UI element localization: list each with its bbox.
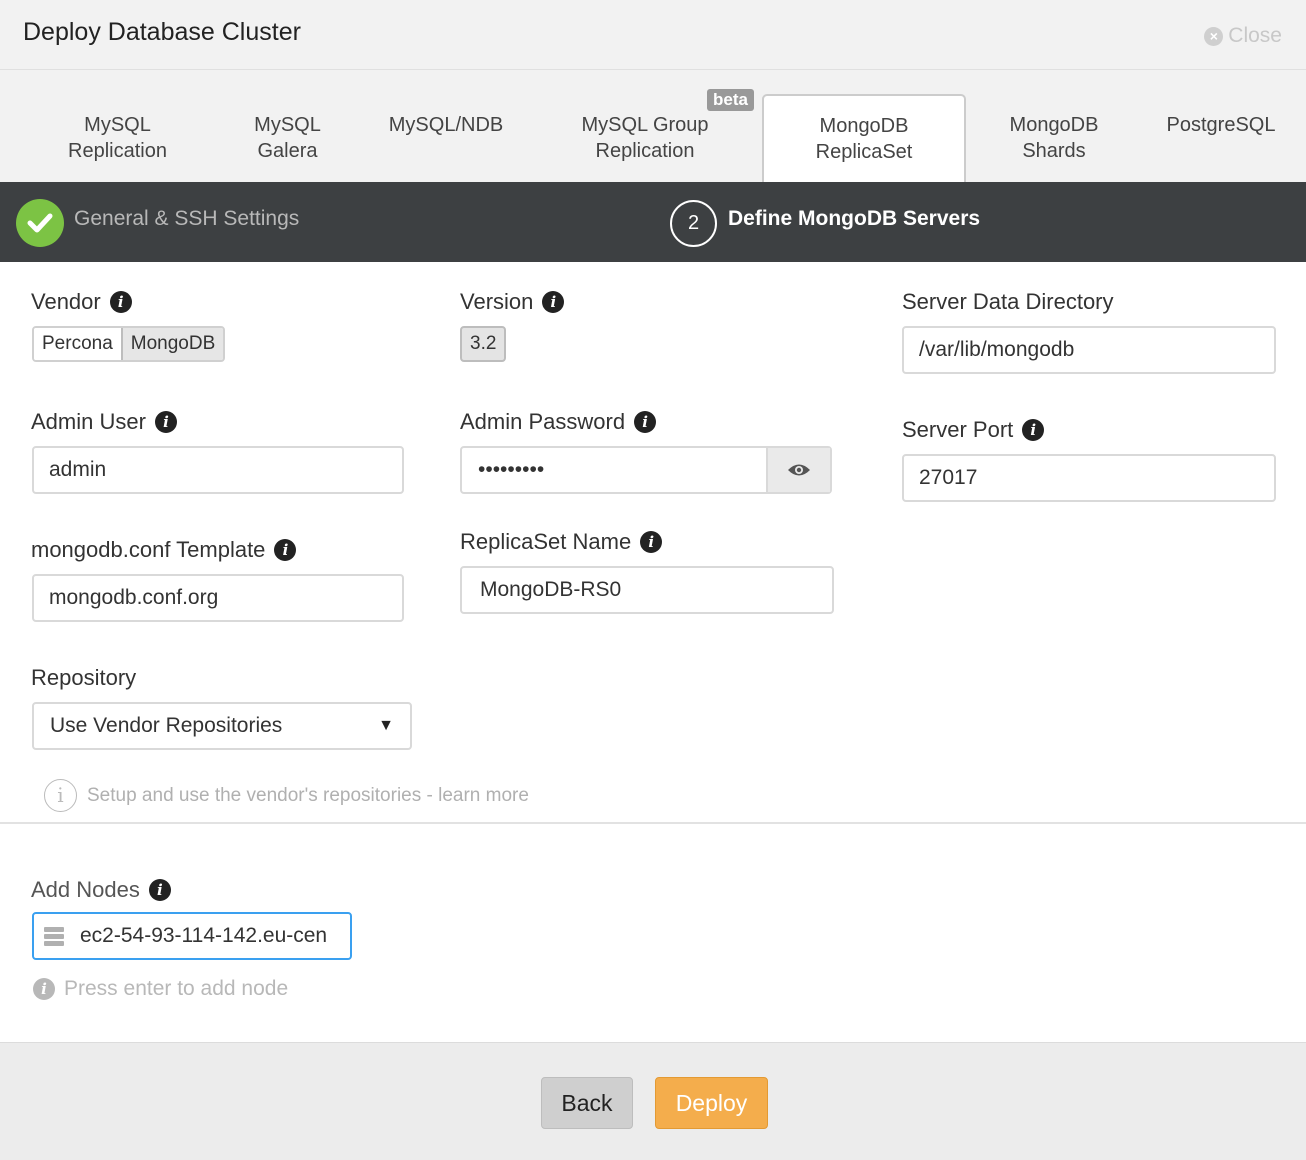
tab-mysql-galera[interactable]: MySQL Galera bbox=[225, 94, 350, 182]
server-icon bbox=[44, 926, 64, 946]
conf-template-label-text: mongodb.conf Template bbox=[31, 537, 266, 562]
replicaset-name-label-text: ReplicaSet Name bbox=[460, 529, 632, 554]
repository-select-value: Use Vendor Repositories bbox=[50, 714, 283, 737]
tab-label: Replication bbox=[68, 140, 167, 162]
step-define-servers: Define MongoDB Servers bbox=[728, 207, 981, 230]
vendor-label: Vendor i bbox=[31, 289, 132, 315]
info-icon: i bbox=[33, 978, 55, 1000]
add-nodes-value: ec2-54-93-114-142.eu-cen bbox=[80, 924, 328, 947]
admin-user-label-text: Admin User bbox=[31, 409, 146, 434]
version-label-text: Version bbox=[460, 289, 534, 314]
version-3-2-button[interactable]: 3.2 bbox=[460, 326, 507, 362]
eye-icon bbox=[788, 464, 810, 476]
dialog-header: Deploy Database Cluster × Close bbox=[0, 0, 1306, 70]
close-button[interactable]: × Close bbox=[1204, 24, 1282, 48]
deploy-button[interactable]: Deploy bbox=[655, 1077, 768, 1129]
data-directory-label: Server Data Directory bbox=[902, 289, 1114, 315]
version-label: Version i bbox=[460, 289, 565, 315]
tab-label: ReplicaSet bbox=[815, 141, 913, 163]
server-port-label-text: Server Port bbox=[902, 417, 1014, 442]
admin-user-label: Admin User i bbox=[31, 409, 177, 435]
repository-hint: i Setup and use the vendor's repositorie… bbox=[44, 779, 529, 812]
add-nodes-input[interactable]: ec2-54-93-114-142.eu-cen bbox=[32, 912, 352, 960]
info-icon[interactable]: i bbox=[1022, 419, 1045, 441]
tab-mongodb-replicaset[interactable]: MongoDB ReplicaSet bbox=[762, 94, 966, 184]
beta-badge: beta bbox=[707, 89, 754, 111]
tab-label: MySQL/NDB bbox=[388, 114, 504, 136]
step-general-ssh[interactable]: General & SSH Settings bbox=[74, 207, 299, 231]
info-icon[interactable]: i bbox=[148, 879, 171, 901]
tab-mongodb-shards[interactable]: MongoDB Shards bbox=[990, 94, 1118, 182]
vendor-mongodb-button[interactable]: MongoDB bbox=[120, 328, 224, 360]
add-nodes-hint: i Press enter to add node bbox=[33, 977, 288, 1001]
info-icon[interactable]: i bbox=[542, 291, 565, 313]
add-nodes-label-text: Add Nodes bbox=[31, 877, 140, 902]
admin-password-label-text: Admin Password bbox=[460, 409, 626, 434]
data-directory-label-text: Server Data Directory bbox=[902, 289, 1114, 314]
info-icon[interactable]: i bbox=[634, 411, 657, 433]
repository-label-text: Repository bbox=[31, 665, 137, 690]
admin-password-input[interactable]: ••••••••• bbox=[462, 448, 766, 492]
info-icon[interactable]: i bbox=[640, 531, 663, 553]
admin-password-field: ••••••••• bbox=[460, 446, 832, 494]
tab-label: Replication bbox=[595, 140, 695, 162]
check-icon bbox=[16, 199, 64, 247]
admin-user-input[interactable]: admin bbox=[32, 446, 404, 494]
tab-label: PostgreSQL bbox=[1166, 114, 1276, 136]
tab-label: MongoDB bbox=[819, 115, 909, 137]
add-nodes-label: Add Nodes i bbox=[31, 877, 171, 903]
close-label: Close bbox=[1228, 24, 1282, 47]
tab-mysql-ndb[interactable]: MySQL/NDB bbox=[376, 94, 516, 182]
tab-label: MySQL bbox=[84, 114, 151, 136]
tab-label: Shards bbox=[1022, 140, 1086, 162]
cluster-type-tabs: MySQL Replication MySQL Galera MySQL/NDB… bbox=[0, 70, 1306, 184]
tab-mysql-replication[interactable]: MySQL Replication bbox=[40, 94, 195, 182]
replicaset-name-input[interactable]: MongoDB-RS0 bbox=[460, 566, 834, 614]
repository-hint-text[interactable]: Setup and use the vendor's repositories … bbox=[87, 785, 529, 807]
wizard-steps: General & SSH Settings 2 Define MongoDB … bbox=[0, 182, 1306, 262]
server-port-input[interactable]: 27017 bbox=[902, 454, 1276, 502]
tab-postgresql[interactable]: PostgreSQL bbox=[1150, 94, 1292, 182]
tab-label: MongoDB bbox=[1009, 114, 1099, 136]
repository-label: Repository bbox=[31, 665, 136, 691]
dialog-footer: Back Deploy bbox=[0, 1042, 1306, 1160]
tab-label: MySQL bbox=[254, 114, 321, 136]
info-icon[interactable]: i bbox=[274, 539, 297, 561]
vendor-label-text: Vendor bbox=[31, 289, 101, 314]
replicaset-name-label: ReplicaSet Name i bbox=[460, 529, 663, 555]
conf-template-label: mongodb.conf Template i bbox=[31, 537, 297, 563]
server-port-label: Server Port i bbox=[902, 417, 1045, 443]
info-outline-icon: i bbox=[44, 779, 77, 812]
tab-label: MySQL Group bbox=[581, 114, 709, 136]
repository-select[interactable]: Use Vendor Repositories ▼ bbox=[32, 702, 412, 750]
close-icon: × bbox=[1204, 26, 1224, 46]
caret-down-icon: ▼ bbox=[378, 717, 394, 734]
add-nodes-hint-text: Press enter to add node bbox=[64, 977, 289, 1000]
show-password-button[interactable] bbox=[766, 448, 830, 492]
info-icon[interactable]: i bbox=[109, 291, 132, 313]
vendor-selector: Percona MongoDB bbox=[32, 326, 226, 362]
tab-mysql-group-replication[interactable]: MySQL Group Replication bbox=[565, 94, 725, 182]
step-number: 2 bbox=[670, 200, 717, 247]
conf-template-input[interactable]: mongodb.conf.org bbox=[32, 574, 404, 622]
tab-label: Galera bbox=[257, 140, 318, 162]
info-icon[interactable]: i bbox=[154, 411, 177, 433]
vendor-percona-button[interactable]: Percona bbox=[34, 328, 121, 360]
dialog-title: Deploy Database Cluster bbox=[23, 18, 301, 46]
data-directory-input[interactable]: /var/lib/mongodb bbox=[902, 326, 1276, 374]
section-divider bbox=[0, 822, 1306, 824]
admin-password-label: Admin Password i bbox=[460, 409, 657, 435]
back-button[interactable]: Back bbox=[541, 1077, 633, 1129]
